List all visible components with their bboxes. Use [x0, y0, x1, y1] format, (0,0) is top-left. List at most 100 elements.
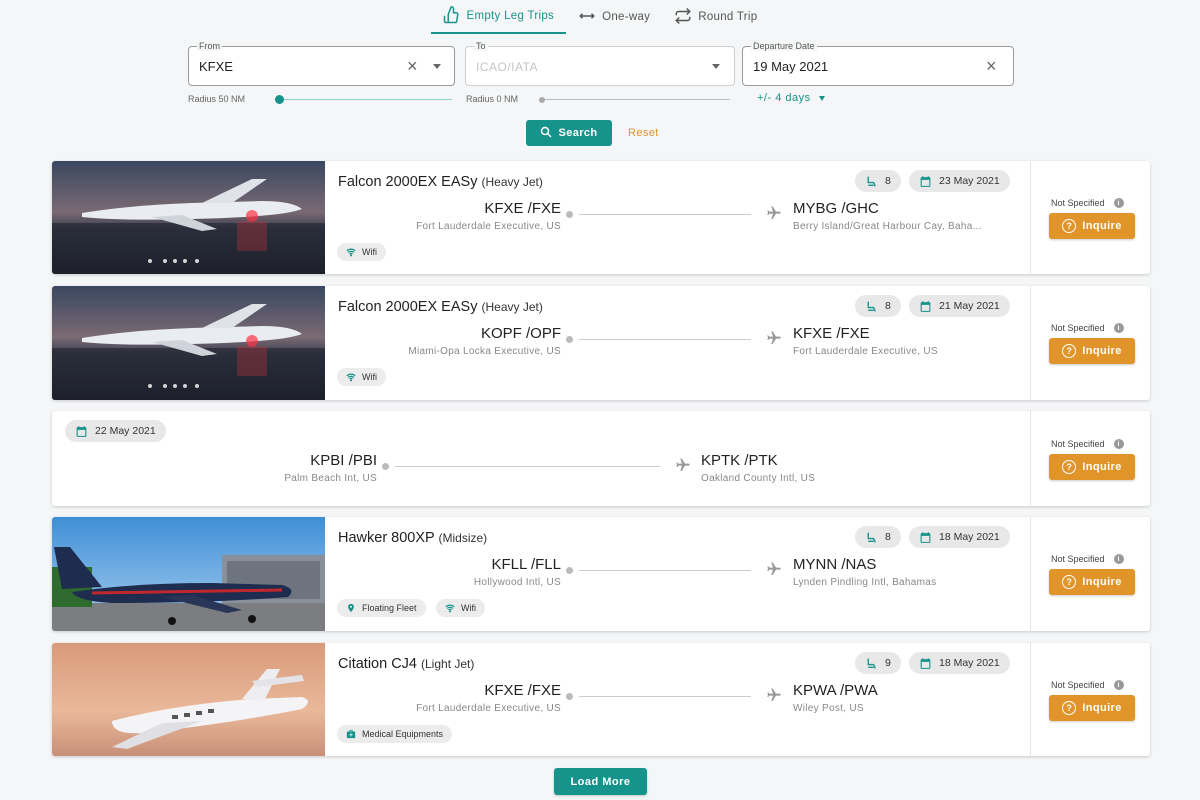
plane-icon — [675, 457, 691, 473]
date-badge: 18 May 2021 — [909, 526, 1010, 548]
inquire-button[interactable]: ? Inquire — [1049, 454, 1135, 480]
price-label: Not Specified i — [1051, 439, 1124, 449]
date-badge: 22 May 2021 — [65, 420, 166, 442]
destination-city: Lynden Pindling Intl, Bahamas — [793, 577, 937, 588]
seat-icon — [865, 300, 878, 313]
destination-code: KPTK /PTK — [701, 452, 778, 469]
flight-card: Citation CJ4 (Light Jet) 9 18 May 2021 K… — [52, 643, 1150, 756]
tab-empty-leg-trips[interactable]: Empty Leg Trips — [430, 0, 567, 34]
price-column: Not Specified i ? Inquire — [1030, 286, 1150, 400]
tab-round-trip[interactable]: Round Trip — [662, 0, 769, 34]
flight-card: Falcon 2000EX EASy (Heavy Jet) 8 21 May … — [52, 286, 1150, 400]
search-icon — [540, 126, 552, 141]
info-icon[interactable]: i — [1113, 554, 1124, 564]
location-pin-icon — [346, 603, 356, 613]
amenity-badge: Wifi — [337, 243, 386, 261]
origin-code: KPBI /PBI — [310, 452, 377, 469]
origin-city: Fort Lauderdale Executive, US — [416, 703, 561, 714]
price-column: Not Specified i ? Inquire — [1030, 161, 1150, 274]
from-field[interactable]: From KFXE × — [188, 41, 455, 86]
origin-city: Miami-Opa Locka Executive, US — [408, 346, 561, 357]
flight-card: 22 May 2021 KPBI /PBI Palm Beach Int, US… — [52, 411, 1150, 506]
from-value: KFXE — [199, 59, 233, 74]
info-icon[interactable]: i — [1113, 323, 1124, 333]
origin-code: KFLL /FLL — [491, 556, 561, 573]
destination-code: KFXE /FXE — [793, 325, 870, 342]
clear-icon[interactable]: × — [986, 57, 997, 75]
radius-from-handle[interactable] — [275, 95, 284, 104]
aircraft-photo — [52, 286, 325, 400]
amenity-badge: Wifi — [337, 368, 386, 386]
load-more-button[interactable]: Load More — [554, 768, 647, 795]
origin-city: Hollywood Intl, US — [473, 577, 561, 588]
destination-city: Oakland County Intl, US — [701, 473, 816, 484]
price-label: Not Specified i — [1051, 554, 1124, 564]
aircraft-name: Falcon 2000EX EASy (Heavy Jet) — [338, 174, 543, 190]
aircraft-photo — [52, 517, 325, 631]
flight-card: Hawker 800XP (Midsize) 8 18 May 2021 KFL… — [52, 517, 1150, 631]
origin-code: KFXE /FXE — [484, 682, 561, 699]
info-icon[interactable]: i — [1113, 439, 1124, 449]
route-line — [579, 214, 751, 215]
departure-date-field[interactable]: Departure Date 19 May 2021 × — [742, 41, 1014, 86]
route-line — [395, 466, 660, 467]
reset-button[interactable]: Reset — [628, 127, 659, 139]
radius-to-slider[interactable] — [545, 99, 730, 100]
tab-label: Round Trip — [698, 11, 758, 23]
chevron-down-icon[interactable] — [712, 64, 720, 69]
destination-code: KPWA /PWA — [793, 682, 878, 699]
route-dot — [566, 336, 573, 343]
plane-icon — [766, 330, 782, 346]
seat-icon — [865, 175, 878, 188]
seats-badge: 9 — [855, 652, 901, 674]
to-field[interactable]: To ICAO/IATA — [465, 41, 735, 86]
search-button[interactable]: Search — [526, 120, 612, 146]
info-icon[interactable]: i — [1113, 680, 1124, 690]
route-dot — [382, 463, 389, 470]
chevron-down-icon[interactable] — [433, 64, 441, 69]
destination-city: Wiley Post, US — [793, 703, 864, 714]
route-dot — [566, 693, 573, 700]
question-icon: ? — [1062, 344, 1077, 358]
inquire-button[interactable]: ? Inquire — [1049, 213, 1135, 239]
flex-days-dropdown[interactable]: +/- 4 days — [757, 92, 825, 104]
wifi-icon — [445, 603, 455, 613]
seats-badge: 8 — [855, 526, 901, 548]
calendar-icon — [919, 531, 932, 544]
radius-from-slider[interactable] — [280, 99, 452, 100]
seat-icon — [865, 531, 878, 544]
seat-icon — [865, 657, 878, 670]
clear-icon[interactable]: × — [407, 57, 418, 75]
origin-code: KOPF /OPF — [480, 325, 561, 342]
inquire-button[interactable]: ? Inquire — [1049, 695, 1135, 721]
question-icon: ? — [1062, 701, 1077, 715]
thumb-up-icon — [443, 5, 461, 27]
tab-label: One-way — [602, 11, 651, 23]
price-label: Not Specified i — [1051, 323, 1124, 333]
plane-icon — [766, 561, 782, 577]
origin-city: Fort Lauderdale Executive, US — [416, 221, 561, 232]
inquire-button[interactable]: ? Inquire — [1049, 569, 1135, 595]
medical-kit-icon — [346, 729, 356, 739]
route-dot — [566, 211, 573, 218]
date-label: Departure Date — [751, 41, 817, 51]
destination-city: Berry Island/Great Harbour Cay, Baha... — [793, 221, 982, 232]
inquire-button[interactable]: ? Inquire — [1049, 338, 1135, 364]
route-line — [579, 570, 751, 571]
destination-code: MYBG /GHC — [793, 200, 879, 217]
question-icon: ? — [1062, 575, 1077, 589]
price-column: Not Specified i ? Inquire — [1030, 643, 1150, 756]
aircraft-name: Hawker 800XP (Midsize) — [338, 530, 488, 546]
info-icon[interactable]: i — [1113, 198, 1124, 208]
to-label: To — [474, 41, 488, 51]
destination-code: MYNN /NAS — [793, 556, 877, 573]
aircraft-name: Citation CJ4 (Light Jet) — [338, 656, 475, 672]
tab-label: Empty Leg Trips — [466, 10, 555, 22]
date-badge: 23 May 2021 — [909, 170, 1010, 192]
radius-to-handle[interactable] — [539, 97, 545, 103]
price-label: Not Specified i — [1051, 680, 1124, 690]
date-badge: 18 May 2021 — [909, 652, 1010, 674]
price-column: Not Specified i ? Inquire — [1030, 411, 1150, 506]
from-label: From — [197, 41, 222, 51]
tab-one-way[interactable]: One-way — [566, 0, 662, 34]
